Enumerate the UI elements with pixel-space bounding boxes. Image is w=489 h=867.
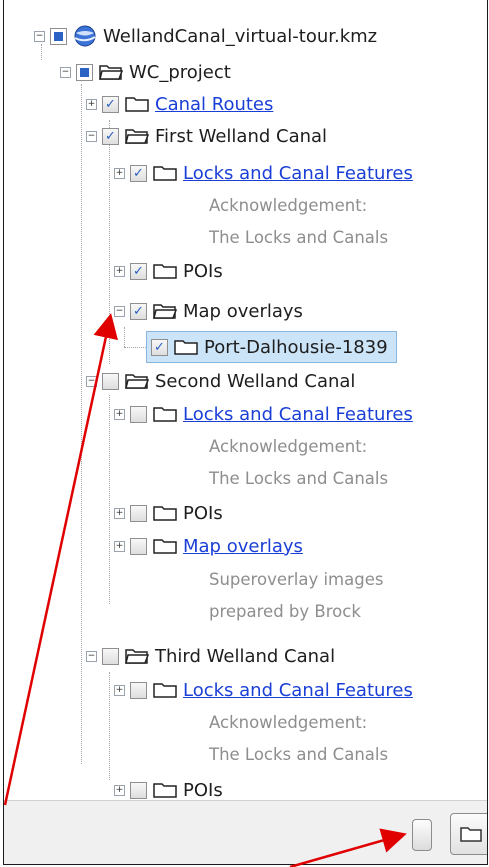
places-panel: − WellandCanal_virtual-tour.kmz − WC_pro… (3, 0, 488, 865)
tree-node-port-dalhousie-1839[interactable]: ✓ Port-Dalhousie-1839 (146, 331, 397, 363)
tree-node-label: Map overlays (183, 300, 303, 322)
tree-node-root[interactable]: − WellandCanal_virtual-tour.kmz (34, 20, 377, 52)
folder-open-icon (99, 63, 124, 81)
expand-icon[interactable]: + (86, 98, 97, 110)
folder-button-icon[interactable] (450, 813, 487, 855)
tree-node-second-locks[interactable]: + Locks and Canal Features (114, 398, 413, 430)
tree-node-first-welland-canal[interactable]: − ✓ First Welland Canal (86, 120, 327, 152)
tree-node-link[interactable]: Locks and Canal Features (183, 163, 413, 184)
folder-closed-icon (174, 338, 198, 356)
checkbox-unchecked[interactable] (102, 647, 119, 665)
tree-node-canal-routes[interactable]: + ✓ Canal Routes (86, 88, 273, 120)
checkbox-partial[interactable] (50, 27, 67, 45)
checkbox-unchecked[interactable] (130, 405, 147, 423)
tree-node-label: WellandCanal_virtual-tour.kmz (103, 25, 378, 47)
checkbox-checked[interactable]: ✓ (102, 127, 119, 145)
node-description: prepared by Brock (209, 602, 361, 621)
tree-node-label: POIs (183, 502, 223, 524)
node-description: The Locks and Canals (209, 469, 389, 488)
tree-node-label: Third Welland Canal (155, 645, 336, 667)
tree-node-second-welland-canal[interactable]: − Second Welland Canal (86, 365, 355, 397)
folder-closed-icon (153, 781, 177, 799)
node-description: Superoverlay images (209, 570, 384, 589)
tree-node-third-welland-canal[interactable]: − Third Welland Canal (86, 640, 335, 672)
tree-node-first-map-overlays[interactable]: − ✓ Map overlays (114, 295, 303, 327)
expand-icon[interactable]: + (114, 507, 125, 519)
tree-node-first-locks[interactable]: + ✓ Locks and Canal Features (114, 157, 413, 189)
expand-icon[interactable]: + (114, 265, 125, 277)
tree-node-link[interactable]: Locks and Canal Features (183, 680, 413, 701)
expand-icon[interactable]: + (114, 684, 125, 696)
checkbox-partial[interactable] (76, 63, 93, 81)
slider-thumb-icon[interactable] (412, 819, 432, 851)
folder-open-icon (125, 127, 150, 145)
node-description: Acknowledgement: (209, 437, 368, 456)
checkbox-checked[interactable]: ✓ (130, 164, 147, 182)
tree-node-link[interactable]: Locks and Canal Features (183, 404, 413, 425)
globe-icon (73, 25, 97, 47)
tree-node-label: First Welland Canal (155, 125, 328, 147)
folder-closed-icon (153, 164, 177, 182)
checkbox-checked[interactable]: ✓ (151, 338, 168, 356)
tree-node-label: WC_project (129, 61, 231, 83)
tree-node-first-pois[interactable]: + ✓ POIs (114, 255, 223, 287)
tree-node-label: POIs (183, 779, 223, 801)
folder-closed-icon (153, 537, 177, 555)
tree-node-link[interactable]: Map overlays (183, 536, 303, 557)
checkbox-unchecked[interactable] (130, 681, 147, 699)
collapse-icon[interactable]: − (86, 375, 97, 387)
folder-closed-icon (153, 262, 177, 280)
node-description: Acknowledgement: (209, 196, 368, 215)
checkbox-checked[interactable]: ✓ (130, 262, 147, 280)
node-description: The Locks and Canals (209, 745, 389, 764)
node-description: The Locks and Canals (209, 228, 389, 247)
collapse-icon[interactable]: − (86, 650, 97, 662)
tree-node-second-pois[interactable]: + POIs (114, 497, 223, 529)
folder-open-icon (125, 372, 150, 390)
tree-node-second-map-overlays[interactable]: + Map overlays (114, 530, 303, 562)
collapse-icon[interactable]: − (86, 130, 97, 142)
folder-open-icon (125, 647, 150, 665)
selected-node-highlight[interactable]: ✓ Port-Dalhousie-1839 (146, 331, 397, 363)
transparency-toolbar (4, 800, 487, 864)
tree-node-label: Port-Dalhousie-1839 (204, 336, 388, 358)
checkbox-unchecked[interactable] (102, 372, 119, 390)
tree-node-link[interactable]: Canal Routes (155, 94, 273, 115)
tree-node-label: POIs (183, 260, 223, 282)
node-description: Acknowledgement: (209, 713, 368, 732)
expand-icon[interactable]: + (114, 540, 125, 552)
tree-node-label: Second Welland Canal (155, 370, 356, 392)
checkbox-unchecked[interactable] (130, 504, 147, 522)
collapse-icon[interactable]: − (60, 66, 71, 78)
folder-closed-icon (125, 95, 149, 113)
checkbox-unchecked[interactable] (130, 537, 147, 555)
collapse-icon[interactable]: − (34, 30, 45, 42)
tree-node-wc-project[interactable]: − WC_project (60, 56, 231, 88)
folder-closed-icon (153, 405, 177, 423)
tree-node-third-locks[interactable]: + Locks and Canal Features (114, 674, 413, 706)
checkbox-checked[interactable]: ✓ (102, 95, 119, 113)
folder-closed-icon (153, 681, 177, 699)
expand-icon[interactable]: + (114, 408, 125, 420)
folder-closed-icon (153, 504, 177, 522)
folder-open-icon (153, 302, 178, 320)
collapse-icon[interactable]: − (114, 305, 125, 317)
checkbox-checked[interactable]: ✓ (130, 302, 147, 320)
checkbox-unchecked[interactable] (130, 781, 147, 799)
expand-icon[interactable]: + (114, 784, 125, 796)
expand-icon[interactable]: + (114, 167, 125, 179)
